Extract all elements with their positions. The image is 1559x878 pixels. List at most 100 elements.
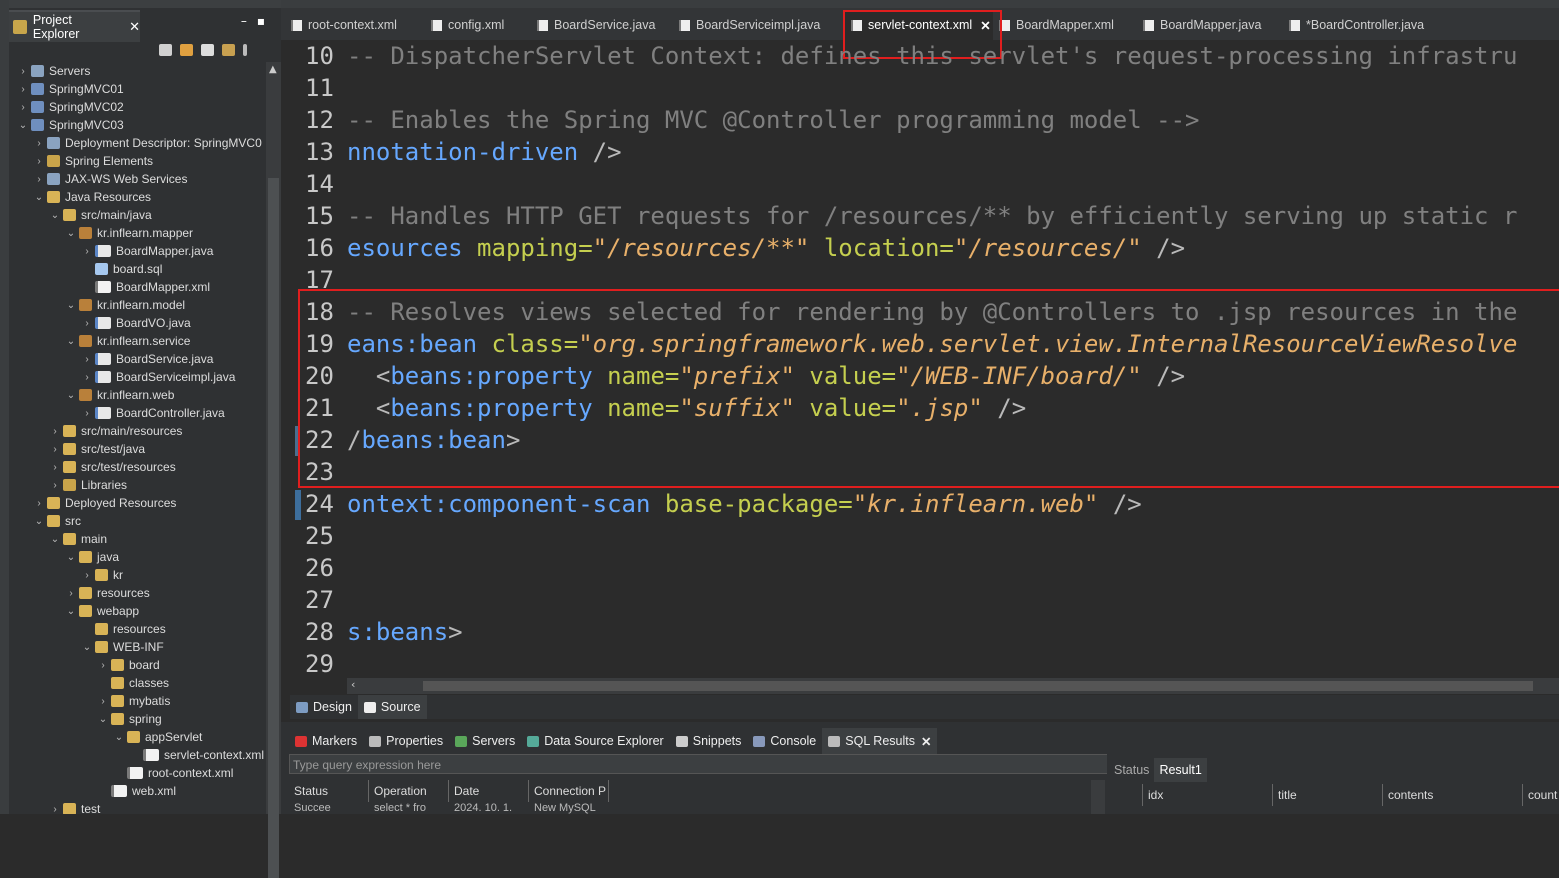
result-tab[interactable]: Result1 (1154, 758, 1207, 782)
expand-arrow-icon[interactable]: ⌄ (81, 642, 93, 653)
result-tab[interactable]: Status (1109, 758, 1154, 782)
column-header[interactable]: Operation (369, 780, 449, 802)
tree-item[interactable]: › Deployment Descriptor: SpringMVC0 (33, 134, 261, 152)
tab-project-explorer[interactable]: Project Explorer ✕ (9, 10, 140, 42)
editor-tab[interactable]: BoardMapper.java (1143, 10, 1261, 40)
tree-item[interactable]: › board (97, 656, 159, 674)
tree-item[interactable]: › Servers (17, 62, 90, 80)
tab-source[interactable]: Source (357, 695, 427, 719)
expand-arrow-icon[interactable]: › (49, 444, 61, 455)
editor-tab[interactable]: *BoardController.java (1289, 10, 1424, 40)
expand-arrow-icon[interactable]: › (17, 66, 29, 77)
expand-arrow-icon[interactable]: ⌄ (65, 552, 77, 563)
expand-arrow-icon[interactable]: › (33, 174, 45, 185)
tree-item[interactable]: › Libraries (49, 476, 127, 494)
filter-icon[interactable] (201, 44, 214, 56)
tab-design[interactable]: Design (290, 695, 358, 719)
expand-arrow-icon[interactable]: › (65, 588, 77, 599)
tree-item[interactable]: ⌄ kr.inflearn.service (65, 332, 191, 350)
tree-item[interactable]: › SpringMVC01 (17, 80, 123, 98)
tree-item[interactable]: › BoardVO.java (81, 314, 190, 332)
tree-item[interactable]: › JAX-WS Web Services (33, 170, 187, 188)
link-editor-icon[interactable] (180, 44, 193, 56)
tree-item[interactable]: › kr (81, 566, 123, 584)
expand-arrow-icon[interactable]: ⌄ (33, 192, 45, 203)
tree-item[interactable]: › BoardController.java (81, 404, 224, 422)
scrollbar-thumb[interactable] (268, 178, 279, 878)
tree-item[interactable]: ⌄ webapp (65, 602, 139, 620)
tree-item[interactable]: › src/test/resources (49, 458, 175, 476)
close-icon[interactable]: ✕ (921, 734, 931, 749)
expand-arrow-icon[interactable]: › (81, 408, 93, 419)
minimize-maximize-icons[interactable]: –▪ (241, 14, 275, 28)
tree-item[interactable]: › BoardService.java (81, 350, 213, 368)
column-header[interactable]: contents (1383, 784, 1523, 806)
expand-arrow-icon[interactable]: ⌄ (17, 120, 29, 131)
tree-item[interactable]: ⌄ Java Resources (33, 188, 151, 206)
expand-arrow-icon[interactable]: ⌄ (49, 534, 61, 545)
column-header[interactable]: count (1523, 784, 1559, 806)
expand-arrow-icon[interactable]: › (97, 660, 109, 671)
tree-item[interactable]: classes (97, 674, 169, 692)
tree-item[interactable]: › BoardMapper.java (81, 242, 213, 260)
tree-item[interactable]: web.xml (97, 782, 176, 800)
query-input[interactable]: Type query expression here (289, 754, 1133, 774)
focus-icon[interactable] (222, 44, 235, 56)
collapse-all-icon[interactable] (159, 44, 172, 56)
tree-item[interactable]: › Deployed Resources (33, 494, 176, 512)
expand-arrow-icon[interactable]: › (33, 498, 45, 509)
tree-item[interactable]: ⌄ src (33, 512, 81, 530)
editor-tab[interactable]: BoardServiceimpl.java (679, 10, 820, 40)
expand-arrow-icon[interactable]: › (49, 480, 61, 491)
expand-arrow-icon[interactable]: › (81, 570, 93, 581)
tree-item[interactable]: ⌄ SpringMVC03 (17, 116, 124, 134)
expand-arrow-icon[interactable]: › (97, 696, 109, 707)
expand-arrow-icon[interactable]: ⌄ (33, 516, 45, 527)
scroll-left-icon[interactable]: ‹ (351, 678, 355, 691)
expand-arrow-icon[interactable]: › (49, 426, 61, 437)
explorer-scrollbar[interactable]: ▲ (266, 62, 281, 878)
bottom-tab[interactable]: Snippets (670, 728, 748, 754)
tree-item[interactable]: ⌄ appServlet (113, 728, 203, 746)
expand-arrow-icon[interactable]: ⌄ (49, 210, 61, 221)
editor-tab[interactable]: BoardService.java (537, 10, 655, 40)
tree-item[interactable]: › SpringMVC02 (17, 98, 123, 116)
column-header[interactable]: Date (449, 780, 529, 802)
bottom-tab[interactable]: Properties (363, 728, 449, 754)
expand-arrow-icon[interactable]: › (81, 246, 93, 257)
expand-arrow-icon[interactable]: ⌄ (65, 606, 77, 617)
expand-arrow-icon[interactable]: › (17, 84, 29, 95)
tree-item[interactable]: ⌄ kr.inflearn.web (65, 386, 175, 404)
tree-item[interactable]: ⌄ spring (97, 710, 162, 728)
tree-item[interactable]: › mybatis (97, 692, 170, 710)
expand-arrow-icon[interactable]: › (33, 138, 45, 149)
expand-arrow-icon[interactable]: › (49, 462, 61, 473)
tree-item[interactable]: › src/main/resources (49, 422, 182, 440)
expand-arrow-icon[interactable]: ⌄ (65, 336, 77, 347)
tree-item[interactable]: › src/test/java (49, 440, 145, 458)
close-icon[interactable]: ✕ (129, 20, 140, 35)
editor-hscrollbar[interactable]: ‹ (347, 678, 1559, 694)
tree-item[interactable]: servlet-context.xml (129, 746, 264, 764)
bottom-tab[interactable]: Markers (289, 728, 363, 754)
bottom-tab[interactable]: SQL Results ✕ (822, 728, 938, 754)
expand-arrow-icon[interactable]: › (81, 372, 93, 383)
column-header[interactable]: Status (289, 780, 369, 802)
expand-arrow-icon[interactable]: › (81, 354, 93, 365)
tree-item[interactable]: resources (81, 620, 166, 638)
bottom-tab[interactable]: Servers (449, 728, 521, 754)
tree-item[interactable]: ⌄ kr.inflearn.mapper (65, 224, 193, 242)
expand-arrow-icon[interactable]: › (33, 156, 45, 167)
expand-arrow-icon[interactable]: ⌄ (97, 714, 109, 725)
expand-arrow-icon[interactable]: › (17, 102, 29, 113)
expand-arrow-icon[interactable]: ⌄ (113, 732, 125, 743)
tree-item[interactable]: BoardMapper.xml (81, 278, 210, 296)
expand-arrow-icon[interactable]: ⌄ (65, 390, 77, 401)
tree-item[interactable]: board.sql (81, 260, 162, 278)
tree-item[interactable]: ⌄ WEB-INF (81, 638, 164, 656)
tree-item[interactable]: › BoardServiceimpl.java (81, 368, 235, 386)
column-header[interactable]: Connection P (529, 780, 609, 802)
bottom-tab[interactable]: Data Source Explorer (521, 728, 670, 754)
editor-tab[interactable]: config.xml (431, 10, 504, 40)
column-header[interactable]: idx (1143, 784, 1273, 806)
